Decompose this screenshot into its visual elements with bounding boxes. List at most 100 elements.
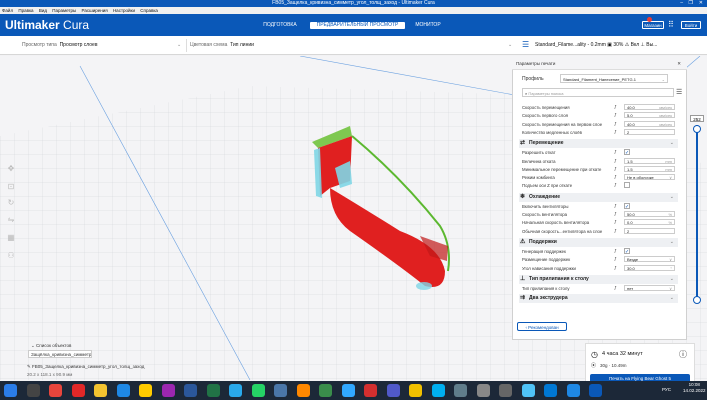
function-icon[interactable]: ƒ <box>614 166 617 171</box>
maximize-button[interactable]: ❐ <box>689 0 693 7</box>
tab-preview[interactable]: ПРЕДВАРИТЕЛЬНЫЙ ПРОСМОТР <box>310 22 405 29</box>
color-scheme-select[interactable]: Цветовая схема Тип линии <box>190 42 254 48</box>
object-list-toggle[interactable]: ⌄ Список объектов <box>31 343 71 349</box>
tab-monitor[interactable]: МОНИТОР <box>410 22 446 29</box>
vk-icon[interactable] <box>274 384 287 397</box>
function-icon[interactable]: ƒ <box>614 211 617 216</box>
search-icon[interactable] <box>26 384 40 397</box>
function-icon[interactable]: ƒ <box>614 182 617 187</box>
cloud-icon[interactable] <box>521 384 535 397</box>
settings-icon[interactable] <box>476 384 490 397</box>
setting-checkbox[interactable]: ✓ <box>624 247 630 255</box>
setting-checkbox[interactable]: ✓ <box>624 202 630 210</box>
yandex-icon[interactable] <box>139 384 152 397</box>
setting-input[interactable]: 40.0 мм/сек <box>624 104 675 110</box>
info-icon[interactable]: ⓘ <box>679 349 687 360</box>
profile-select[interactable]: Standard_Filament_Нанесение_PETG.1 ⌄ <box>560 74 668 83</box>
support-blocker-icon[interactable]: ⚇ <box>6 251 16 261</box>
function-icon[interactable]: ƒ <box>614 129 617 134</box>
settings-search-input[interactable]: ⌕ Параметры поиска <box>522 88 674 97</box>
minimize-button[interactable]: – <box>680 0 683 7</box>
menu-extensions[interactable]: Расширения <box>82 8 108 13</box>
settings-menu-icon[interactable]: ☰ <box>676 88 682 96</box>
function-icon[interactable]: ƒ <box>614 285 617 290</box>
setting-input[interactable]: 1.5 mm <box>624 165 675 172</box>
files-icon[interactable] <box>454 384 467 397</box>
menu-edit[interactable]: Правка <box>18 8 33 13</box>
menu-view[interactable]: Вид <box>39 8 47 13</box>
menu-help[interactable]: Справка <box>140 8 158 13</box>
layer-slider-bottom-handle[interactable] <box>693 296 701 304</box>
function-icon[interactable]: ƒ <box>614 158 617 163</box>
setting-input[interactable]: 40.0 мм/сек <box>624 120 675 127</box>
setting-input[interactable]: Не в оболочке ∨ <box>624 174 675 181</box>
setting-checkbox[interactable]: ✓ <box>624 149 630 156</box>
adhesion-category[interactable]: ⊥ Тип прилипания к столу ⌄ <box>519 274 678 284</box>
skype-icon[interactable] <box>431 384 445 397</box>
setting-input[interactable]: 2 <box>624 128 675 135</box>
function-icon[interactable]: ƒ <box>614 112 617 117</box>
photos-icon[interactable] <box>161 384 175 397</box>
apps-grid-icon[interactable]: ⠿ <box>668 20 674 29</box>
start-icon[interactable] <box>4 384 17 397</box>
ps-icon[interactable] <box>341 384 355 397</box>
mirror-tool-icon[interactable]: ⇋ <box>6 215 16 225</box>
setting-input[interactable]: 30.0 ° <box>624 264 675 271</box>
menu-file[interactable]: Файл <box>2 8 13 13</box>
signin-button[interactable]: Войти <box>681 21 701 29</box>
menu-preferences[interactable]: Настройки <box>113 8 135 13</box>
menu-settings[interactable]: Параметры <box>52 8 76 13</box>
language-indicator[interactable]: РУС <box>662 387 671 392</box>
setting-input[interactable]: Везде ∨ <box>624 256 675 263</box>
calc-icon[interactable] <box>499 384 512 397</box>
object-list-item[interactable]: Защёлка_кривизна_симметр... <box>28 350 92 358</box>
onedrive-icon[interactable] <box>566 384 580 397</box>
mail-icon[interactable] <box>544 384 557 397</box>
setting-input[interactable]: 2 <box>624 227 675 234</box>
function-icon[interactable]: ƒ <box>614 265 617 270</box>
panel-close-icon[interactable]: ✕ <box>677 57 681 70</box>
marketplace-button[interactable]: Магазин <box>642 21 664 29</box>
function-icon[interactable]: ƒ <box>614 104 617 109</box>
dual-extrusion-category[interactable]: ⇉ Два экструдера ⌄ <box>519 294 678 304</box>
telegram-icon[interactable] <box>229 384 242 397</box>
view-type-select[interactable]: Просмотр типа Просмотр слоев <box>22 42 98 48</box>
function-icon[interactable]: ƒ <box>614 149 617 154</box>
word-icon[interactable] <box>184 384 197 397</box>
opera-icon[interactable] <box>71 384 85 397</box>
setting-input[interactable]: 0.0% <box>624 219 675 226</box>
function-icon[interactable]: ƒ <box>614 121 617 126</box>
folder-icon[interactable] <box>94 384 107 397</box>
cura-active-icon[interactable] <box>589 384 602 397</box>
per-model-settings-icon[interactable]: ▦ <box>6 233 16 243</box>
layer-slider-top-handle[interactable] <box>693 125 701 133</box>
cura-icon[interactable] <box>116 384 130 397</box>
function-icon[interactable]: ƒ <box>614 228 617 233</box>
travel-category[interactable]: ⇄ Перемещение ⌄ <box>519 139 678 149</box>
setting-checkbox[interactable] <box>624 182 630 189</box>
function-icon[interactable]: ƒ <box>614 248 617 253</box>
setting-input[interactable]: нет ∨ <box>624 284 675 291</box>
whatsapp-icon[interactable] <box>251 384 265 397</box>
ccleaner-icon[interactable] <box>319 384 332 397</box>
tab-prepare[interactable]: ПОДГОТОВКА <box>260 22 300 29</box>
print-setup-summary[interactable]: Standard_Filame...ality - 0.2mm ▣ 30% ⚠ … <box>535 42 657 48</box>
function-icon[interactable]: ƒ <box>614 203 617 208</box>
function-icon[interactable]: ƒ <box>614 256 617 261</box>
taskbar-clock[interactable]: 10:08 14.02.2022 <box>683 382 706 394</box>
rotate-tool-icon[interactable]: ↻ <box>6 198 16 208</box>
teams-icon[interactable] <box>386 384 400 397</box>
notes-icon[interactable] <box>409 384 422 397</box>
close-button[interactable]: ✕ <box>699 0 703 7</box>
scale-tool-icon[interactable]: ⊡ <box>6 182 16 192</box>
function-icon[interactable]: ƒ <box>614 219 617 224</box>
function-icon[interactable]: ƒ <box>614 174 617 179</box>
cooling-category[interactable]: ❄ Охлаждение ⌄ <box>519 192 678 202</box>
setting-input[interactable]: 5.0 мм/сек <box>624 112 675 119</box>
setting-input[interactable]: 50.0% <box>624 211 675 217</box>
excel-icon[interactable] <box>206 384 220 397</box>
media-icon[interactable] <box>296 384 310 397</box>
acrobat-icon[interactable] <box>364 384 377 397</box>
move-tool-icon[interactable]: ✥ <box>6 164 16 174</box>
support-category[interactable]: ⚠ Поддержки ⌄ <box>519 237 678 247</box>
